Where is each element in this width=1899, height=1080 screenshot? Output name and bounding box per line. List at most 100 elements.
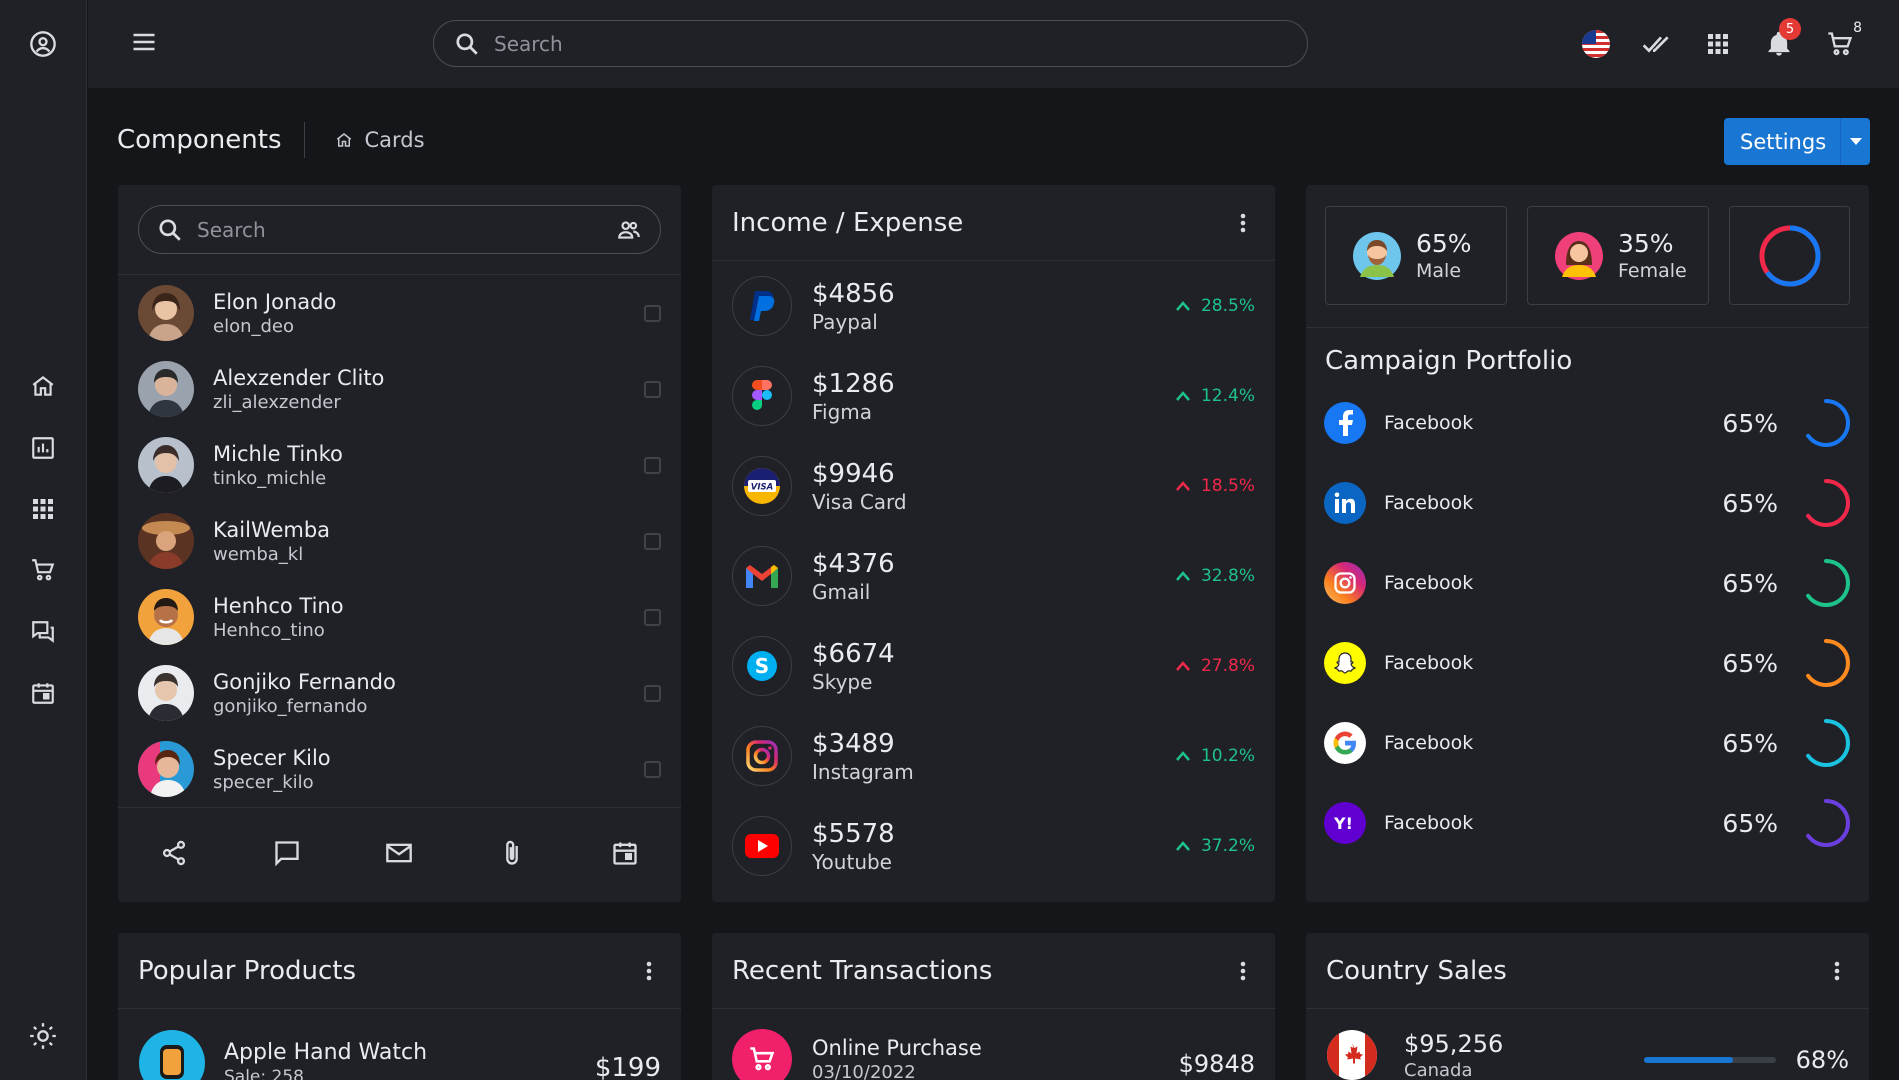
campaign-name: Facebook xyxy=(1384,732,1474,754)
list-item[interactable]: Elon Jonado elon_deo xyxy=(118,275,681,351)
list-item[interactable]: $5578 Youtube 37.2% xyxy=(712,801,1275,891)
list-item[interactable]: $95,256 Canada 68% xyxy=(1306,1009,1869,1080)
share-icon[interactable] xyxy=(160,839,188,871)
svg-text:VISA: VISA xyxy=(751,483,773,493)
list-item[interactable]: Michle Tinko tinko_michle xyxy=(118,427,681,503)
list-item[interactable]: VISA $9946 Visa Card 18.5% xyxy=(712,441,1275,531)
campaign-row[interactable]: Facebook 65% xyxy=(1324,633,1852,693)
user-checkbox[interactable] xyxy=(644,305,661,322)
list-item[interactable]: Apple Hand Watch Sale: 258 $199 xyxy=(118,1009,681,1080)
income-source: Skype xyxy=(812,669,873,694)
notifications-icon[interactable]: 5 xyxy=(1759,18,1801,64)
female-stat: 35% Female xyxy=(1527,206,1709,305)
mail-icon[interactable] xyxy=(385,839,413,871)
list-item[interactable]: $1286 Figma 12.4% xyxy=(712,351,1275,441)
global-search-input[interactable] xyxy=(494,31,1254,56)
campaign-row[interactable]: Y! Facebook 65% xyxy=(1324,793,1852,853)
shopping-cart-icon[interactable]: 8 xyxy=(1820,20,1862,64)
global-search[interactable] xyxy=(433,20,1308,67)
page-title: Components xyxy=(117,125,282,155)
user-search[interactable] xyxy=(138,205,661,254)
campaign-name: Facebook xyxy=(1384,412,1474,434)
settings-button-label[interactable]: Settings xyxy=(1724,130,1840,154)
list-item[interactable]: $4376 Gmail 32.8% xyxy=(712,531,1275,621)
avatar xyxy=(138,285,194,341)
card-title: Recent Transactions xyxy=(732,955,993,986)
more-vert-icon[interactable] xyxy=(1231,959,1255,983)
user-checkbox[interactable] xyxy=(644,381,661,398)
user-handle: Henhco_tino xyxy=(213,619,325,641)
breadcrumb-current[interactable]: Cards xyxy=(365,128,425,152)
chat-icon[interactable] xyxy=(25,614,61,650)
attachment-icon[interactable] xyxy=(498,839,526,871)
cart-icon[interactable] xyxy=(25,552,61,588)
calendar-icon[interactable] xyxy=(25,675,61,711)
campaign-percent: 65% xyxy=(1722,488,1778,518)
home-small-icon[interactable] xyxy=(335,131,353,149)
campaign-row[interactable]: Facebook 65% xyxy=(1324,473,1852,533)
change-indicator: 27.8% xyxy=(1175,656,1255,676)
svg-text:S: S xyxy=(755,654,769,678)
list-item[interactable]: KailWemba wemba_kl xyxy=(118,503,681,579)
product-price: $199 xyxy=(594,1053,661,1080)
user-search-input[interactable] xyxy=(197,217,616,242)
change-value: 10.2% xyxy=(1200,746,1255,766)
campaign-progress-ring xyxy=(1802,559,1850,607)
male-percent: 65% xyxy=(1416,229,1472,258)
product-name: Apple Hand Watch xyxy=(224,1039,428,1065)
income-source: Paypal xyxy=(812,309,878,334)
change-value: 18.5% xyxy=(1200,476,1255,496)
list-item[interactable]: $4856 Paypal 28.5% xyxy=(712,261,1275,351)
avatar xyxy=(138,361,194,417)
more-vert-icon[interactable] xyxy=(637,959,661,983)
language-flag-icon[interactable] xyxy=(1576,24,1616,64)
avatar xyxy=(138,741,194,797)
recent-transactions-card: Recent Transactions Online Purchase 03/1… xyxy=(712,933,1275,1080)
list-item[interactable]: Specer Kilo specer_kilo xyxy=(118,731,681,807)
list-item[interactable]: S $6674 Skype 27.8% xyxy=(712,621,1275,711)
chevron-down-icon[interactable] xyxy=(1840,118,1870,165)
campaign-percent: 65% xyxy=(1722,568,1778,598)
account-circle-icon[interactable] xyxy=(25,26,61,62)
done-all-icon[interactable] xyxy=(1637,24,1677,64)
campaign-row[interactable]: Facebook 65% xyxy=(1324,553,1852,613)
user-checkbox[interactable] xyxy=(644,609,661,626)
income-amount: $4856 xyxy=(812,278,895,309)
user-checkbox[interactable] xyxy=(644,533,661,550)
user-handle: specer_kilo xyxy=(213,771,314,793)
change-value: 27.8% xyxy=(1200,656,1255,676)
people-icon[interactable] xyxy=(616,217,642,243)
campaign-row[interactable]: Facebook 65% xyxy=(1324,713,1852,773)
list-item[interactable]: Alexzender Clito zli_alexzender xyxy=(118,351,681,427)
settings-split-button[interactable]: Settings xyxy=(1724,118,1870,165)
list-item[interactable]: Online Purchase 03/10/2022 $9848 xyxy=(712,1009,1275,1080)
user-checkbox[interactable] xyxy=(644,457,661,474)
paypal-icon xyxy=(732,276,792,336)
apps-grid-icon[interactable] xyxy=(1698,24,1738,64)
list-item[interactable]: Gonjiko Fernando gonjiko_fernando xyxy=(118,655,681,731)
campaign-name: Facebook xyxy=(1384,572,1474,594)
message-icon[interactable] xyxy=(273,839,301,871)
income-amount: $9946 xyxy=(812,458,895,489)
home-icon[interactable] xyxy=(25,368,61,404)
country-name: Canada xyxy=(1404,1059,1473,1080)
apps-icon[interactable] xyxy=(25,491,61,527)
user-checkbox[interactable] xyxy=(644,761,661,778)
user-handle: gonjiko_fernando xyxy=(213,695,368,717)
list-item[interactable]: Henhco Tino Henhco_tino xyxy=(118,579,681,655)
breadcrumb: Components Cards xyxy=(117,122,425,158)
event-icon[interactable] xyxy=(611,839,639,871)
more-vert-icon[interactable] xyxy=(1231,211,1255,235)
analytics-icon[interactable] xyxy=(25,430,61,466)
user-checkbox[interactable] xyxy=(644,685,661,702)
users-card: Elon Jonado elon_deo Alexzender Clito zl… xyxy=(118,185,681,902)
theme-toggle-icon[interactable] xyxy=(25,1018,61,1054)
more-vert-icon[interactable] xyxy=(1825,959,1849,983)
snapchat-icon xyxy=(1324,642,1366,684)
figma-icon xyxy=(732,366,792,426)
country-percent: 68% xyxy=(1795,1046,1849,1074)
list-item[interactable]: $3489 Instagram 10.2% xyxy=(712,711,1275,801)
change-indicator: 32.8% xyxy=(1175,566,1255,586)
campaign-row[interactable]: Facebook 65% xyxy=(1324,393,1852,453)
menu-icon[interactable] xyxy=(130,28,162,60)
